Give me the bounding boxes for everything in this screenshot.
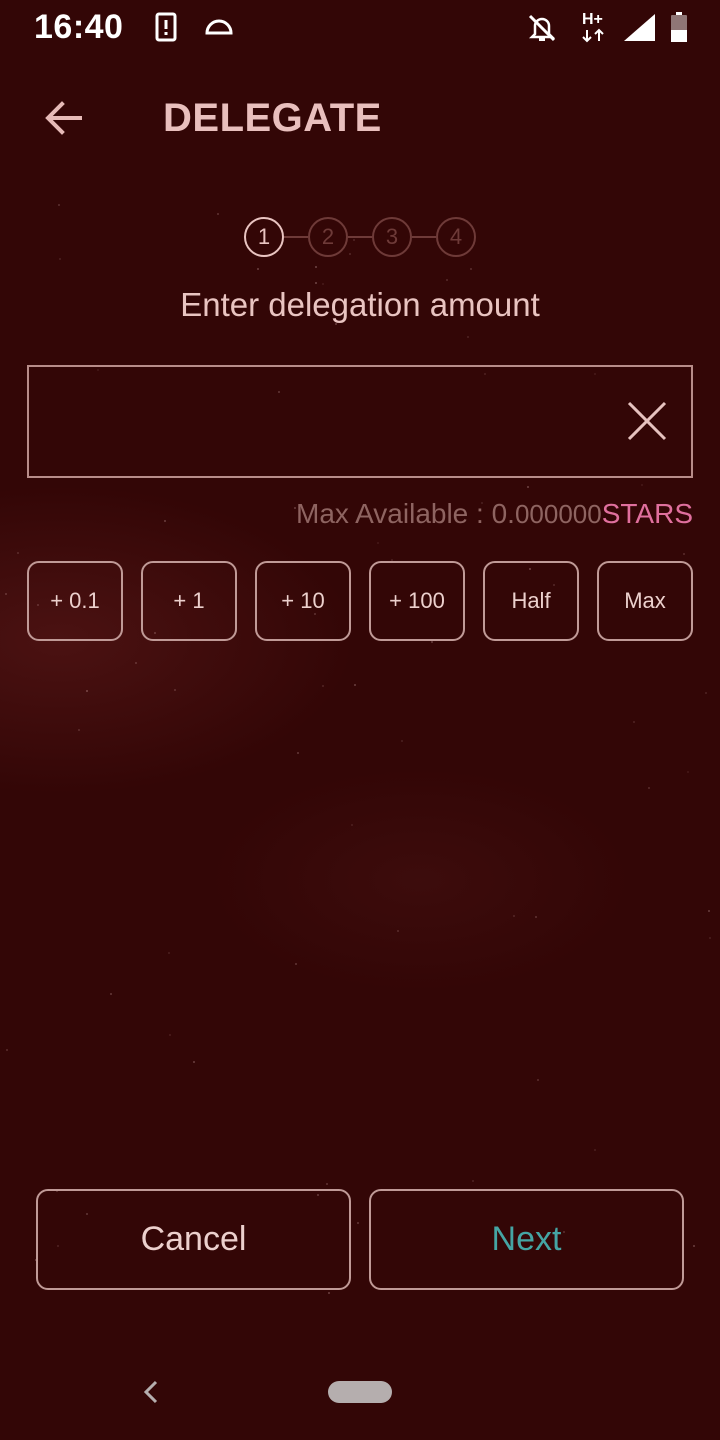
chevron-left-icon xyxy=(138,1380,166,1412)
amount-input[interactable] xyxy=(47,367,617,476)
battery-icon xyxy=(670,12,688,47)
data-saver-icon xyxy=(204,16,234,41)
star-dot xyxy=(169,1034,171,1036)
star-dot xyxy=(535,916,537,918)
star-dot xyxy=(217,213,219,215)
star-dot xyxy=(472,1180,474,1182)
star-dot xyxy=(58,204,60,206)
notifications-off-icon xyxy=(526,12,558,49)
add-100-button[interactable]: + 100 xyxy=(369,561,465,641)
max-available-label: Max Available : xyxy=(296,498,492,529)
page-title: DELEGATE xyxy=(163,96,382,140)
star-dot xyxy=(86,690,88,692)
half-button[interactable]: Half xyxy=(483,561,579,641)
star-dot xyxy=(401,740,403,742)
step-connector xyxy=(348,236,372,238)
star-dot xyxy=(708,910,710,912)
star-dot xyxy=(537,1079,539,1081)
star-dot xyxy=(527,486,529,488)
next-button[interactable]: Next xyxy=(369,1189,684,1290)
star-dot xyxy=(168,952,170,954)
star-dot xyxy=(78,729,80,731)
back-button[interactable] xyxy=(40,96,88,144)
max-available-decimals: 000000 xyxy=(514,499,602,529)
step-indicator: 1 2 3 4 xyxy=(244,217,476,257)
star-dot xyxy=(397,930,399,932)
star-dot xyxy=(446,279,448,281)
star-dot xyxy=(693,1245,695,1247)
app-header: DELEGATE xyxy=(0,80,720,160)
step-2: 2 xyxy=(308,217,348,257)
star-dot xyxy=(354,684,356,686)
star-dot xyxy=(59,258,61,260)
star-dot xyxy=(322,685,324,687)
step-3: 3 xyxy=(372,217,412,257)
max-available-int: 0. xyxy=(491,498,515,529)
arrow-left-icon xyxy=(44,98,84,143)
add-0-1-button[interactable]: + 0.1 xyxy=(27,561,123,641)
amount-field xyxy=(27,365,693,478)
star-dot xyxy=(315,266,317,268)
svg-text:H+: H+ xyxy=(582,11,603,28)
add-10-button[interactable]: + 10 xyxy=(255,561,351,641)
status-time: 16:40 xyxy=(34,8,124,46)
step-connector xyxy=(412,236,436,238)
max-available-unit: STARS xyxy=(601,498,693,529)
star-dot xyxy=(328,1292,330,1294)
star-dot xyxy=(705,692,707,694)
star-dot xyxy=(431,641,433,643)
phone-alert-icon xyxy=(154,12,178,47)
star-dot xyxy=(709,937,711,939)
step-4: 4 xyxy=(436,217,476,257)
amount-prompt: Enter delegation amount xyxy=(180,286,540,323)
step-1: 1 xyxy=(244,217,284,257)
star-dot xyxy=(297,752,299,754)
star-dot xyxy=(687,771,689,773)
star-dot xyxy=(467,336,469,338)
star-dot xyxy=(683,553,685,555)
step-connector xyxy=(284,236,308,238)
star-dot xyxy=(5,593,7,595)
star-dot xyxy=(648,787,650,789)
system-back-button[interactable] xyxy=(138,1376,166,1408)
star-dot xyxy=(110,993,112,995)
star-dot xyxy=(174,689,176,691)
network-hplus-icon: H+ xyxy=(580,8,610,49)
star-dot xyxy=(257,268,259,270)
star-dot xyxy=(513,915,515,917)
signal-icon xyxy=(622,12,656,47)
star-dot xyxy=(594,1149,596,1151)
star-dot xyxy=(315,282,317,284)
quick-amount-row: + 0.1 + 1 + 10 + 100 Half Max xyxy=(27,561,693,641)
max-available: Max Available : 0.000000STARS xyxy=(296,498,693,530)
star-dot xyxy=(351,824,353,826)
star-dot xyxy=(295,963,297,965)
status-bar: 16:40 H+ xyxy=(0,0,720,56)
add-1-button[interactable]: + 1 xyxy=(141,561,237,641)
star-dot xyxy=(6,1049,8,1051)
action-row: Cancel Next xyxy=(36,1189,684,1290)
star-dot xyxy=(322,283,324,285)
star-dot xyxy=(633,721,635,723)
max-button[interactable]: Max xyxy=(597,561,693,641)
system-home-button[interactable] xyxy=(328,1381,392,1403)
star-dot xyxy=(326,1183,328,1185)
star-dot xyxy=(377,542,379,544)
clear-button[interactable] xyxy=(625,399,669,443)
cancel-button[interactable]: Cancel xyxy=(36,1189,351,1290)
star-dot xyxy=(470,268,472,270)
star-dot xyxy=(17,552,19,554)
star-dot xyxy=(164,520,166,522)
close-icon xyxy=(625,401,669,447)
star-dot xyxy=(641,484,643,486)
star-dot xyxy=(193,1061,195,1063)
star-dot xyxy=(135,662,137,664)
